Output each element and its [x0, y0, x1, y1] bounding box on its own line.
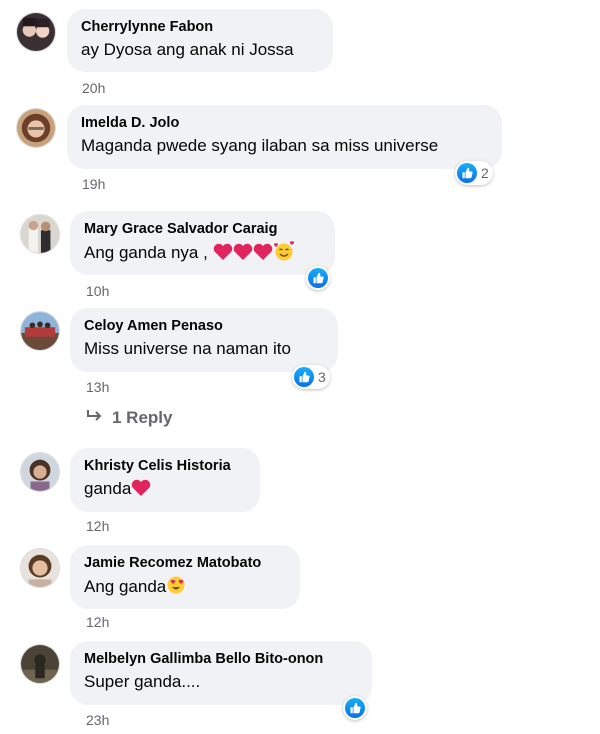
- heart-eyes-emoji-icon: [166, 575, 186, 601]
- avatar[interactable]: [20, 644, 60, 684]
- like-icon: [457, 163, 477, 183]
- avatar[interactable]: [16, 108, 56, 148]
- avatar[interactable]: [20, 214, 60, 254]
- comment-timestamp[interactable]: 19h: [82, 176, 105, 192]
- comment-bubble: Mary Grace Salvador Caraig Ang ganda nya…: [70, 211, 335, 275]
- comment-bubble: Cherrylynne Fabon ay Dyosa ang anak ni J…: [67, 9, 333, 72]
- comment-text: Ang ganda nya ,: [84, 241, 321, 267]
- red-heart-icon: [253, 243, 273, 267]
- comment-text: ay Dyosa ang anak ni Jossa: [81, 40, 294, 59]
- reaction-summary[interactable]: [306, 266, 330, 290]
- avatar[interactable]: [20, 548, 60, 588]
- comment-bubble: Celoy Amen Penaso Miss universe na naman…: [70, 308, 338, 372]
- commenter-name[interactable]: Celoy Amen Penaso: [84, 317, 324, 336]
- commenter-name[interactable]: Mary Grace Salvador Caraig: [84, 220, 321, 239]
- commenter-name[interactable]: Khristy Celis Historia: [84, 457, 246, 476]
- comment-timestamp[interactable]: 10h: [86, 283, 109, 299]
- like-count: 3: [318, 369, 326, 385]
- comment-text: ganda: [84, 478, 246, 503]
- reaction-summary[interactable]: 3: [292, 365, 330, 389]
- comment-text: Maganda pwede syang ilaban sa miss unive…: [81, 136, 439, 155]
- reply-count-label: 1 Reply: [112, 408, 173, 427]
- avatar[interactable]: [20, 311, 60, 351]
- comment-text-content: ganda: [84, 479, 132, 498]
- comment-timestamp[interactable]: 12h: [86, 614, 109, 630]
- comment-text-content: Ang ganda nya ,: [84, 243, 208, 262]
- comment-text: Miss universe na naman ito: [84, 339, 291, 358]
- avatar[interactable]: [20, 452, 60, 492]
- comment-text-content: Ang ganda: [84, 577, 167, 596]
- red-heart-icon: [233, 243, 253, 267]
- reaction-summary[interactable]: [343, 696, 367, 720]
- like-icon: [308, 268, 328, 288]
- comment-timestamp[interactable]: 20h: [82, 80, 105, 96]
- commenter-name[interactable]: Cherrylynne Fabon: [81, 18, 319, 37]
- like-icon: [294, 367, 314, 387]
- commenter-name[interactable]: Jamie Recomez Matobato: [84, 554, 286, 573]
- smiling-face-with-hearts-icon: [273, 241, 295, 267]
- like-count: 2: [481, 165, 489, 181]
- comment-bubble: Jamie Recomez Matobato Ang ganda: [70, 545, 300, 609]
- red-heart-icon: [213, 243, 233, 267]
- comment-timestamp[interactable]: 13h: [86, 379, 109, 395]
- comment-timestamp[interactable]: 23h: [86, 712, 109, 728]
- avatar[interactable]: [16, 12, 56, 52]
- comment-bubble: Imelda D. Jolo Maganda pwede syang ilaba…: [67, 105, 502, 169]
- reaction-summary[interactable]: 2: [455, 161, 493, 185]
- commenter-name[interactable]: Melbelyn Gallimba Bello Bito-onon: [84, 650, 358, 669]
- red-heart-icon: [131, 479, 151, 503]
- comment-bubble: Melbelyn Gallimba Bello Bito-onon Super …: [70, 641, 372, 705]
- comment-timestamp[interactable]: 12h: [86, 518, 109, 534]
- commenter-name[interactable]: Imelda D. Jolo: [81, 114, 488, 133]
- comment-bubble: Khristy Celis Historia ganda: [70, 448, 260, 512]
- comment-text: Super ganda....: [84, 672, 201, 691]
- reply-arrow-icon: [86, 408, 104, 428]
- view-replies-link[interactable]: 1 Reply: [86, 408, 172, 428]
- comment-text: Ang ganda: [84, 575, 286, 601]
- like-icon: [345, 698, 365, 718]
